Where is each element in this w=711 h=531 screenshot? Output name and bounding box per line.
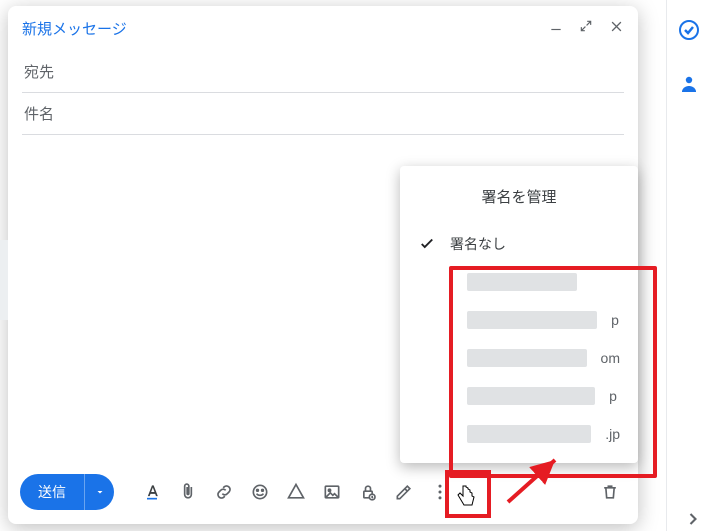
send-options-button[interactable] <box>84 474 114 510</box>
signature-prefix: i <box>450 312 453 328</box>
insert-emoji-icon[interactable] <box>244 476 276 508</box>
close-icon[interactable] <box>609 19 624 38</box>
signature-option[interactable]: i p <box>400 301 638 339</box>
more-options-icon[interactable] <box>424 476 456 508</box>
format-text-icon[interactable] <box>136 476 168 508</box>
signature-prefix: i <box>450 274 453 290</box>
contacts-icon[interactable] <box>677 72 701 96</box>
signature-option[interactable]: i om <box>400 339 638 377</box>
signature-prefix: l <box>450 426 453 442</box>
signature-none-label: 署名なし <box>450 234 506 254</box>
chevron-right-icon[interactable] <box>681 507 705 531</box>
subject-field[interactable]: 件名 <box>22 93 624 135</box>
to-field[interactable]: 宛先 <box>22 51 624 93</box>
redacted <box>467 273 577 291</box>
confidential-mode-icon[interactable] <box>352 476 384 508</box>
compose-window: 新規メッセージ 宛先 件名 送信 <box>8 6 638 524</box>
redacted <box>467 425 591 443</box>
to-label: 宛先 <box>24 64 54 81</box>
compose-toolbar: 送信 <box>8 464 638 524</box>
minimize-icon[interactable] <box>549 19 563 38</box>
signature-suffix: .jp <box>605 426 620 442</box>
signature-prefix: i <box>450 350 453 366</box>
insert-image-icon[interactable] <box>316 476 348 508</box>
discard-draft-icon[interactable] <box>594 476 626 508</box>
tasks-icon[interactable] <box>677 18 701 42</box>
signature-menu-title[interactable]: 署名を管理 <box>400 178 638 225</box>
side-panel <box>666 0 711 531</box>
redacted <box>467 349 587 367</box>
signature-prefix: i <box>450 388 453 404</box>
subject-label: 件名 <box>24 106 54 123</box>
redacted <box>467 311 597 329</box>
signature-option[interactable]: l .jp <box>400 415 638 453</box>
signature-option[interactable]: i p <box>400 377 638 415</box>
background-sliver <box>0 240 8 320</box>
insert-drive-icon[interactable] <box>280 476 312 508</box>
redacted <box>467 387 595 405</box>
signature-suffix: om <box>601 350 620 366</box>
compose-header: 新規メッセージ <box>8 6 638 51</box>
insert-signature-icon[interactable] <box>388 476 420 508</box>
signature-suffix: p <box>609 388 617 404</box>
expand-icon[interactable] <box>579 19 593 38</box>
insert-link-icon[interactable] <box>208 476 240 508</box>
send-button[interactable]: 送信 <box>20 474 84 510</box>
signature-none[interactable]: 署名なし <box>400 225 638 263</box>
compose-title: 新規メッセージ <box>22 18 127 39</box>
check-icon <box>418 235 436 253</box>
attach-file-icon[interactable] <box>172 476 204 508</box>
signature-menu: 署名を管理 署名なし i i p i <box>400 166 638 463</box>
signature-option[interactable]: i <box>400 263 638 301</box>
signature-suffix: p <box>611 312 619 328</box>
